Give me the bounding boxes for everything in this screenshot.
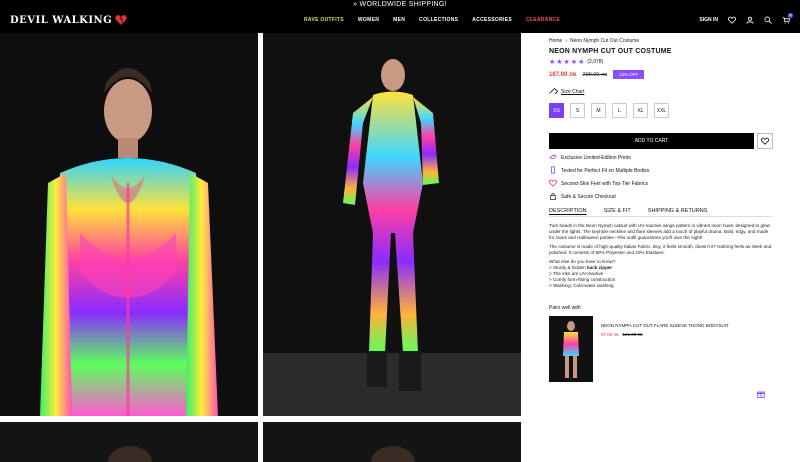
size-option-xxl[interactable]: XXL xyxy=(654,103,669,118)
paired-original-price: 121.00 лв xyxy=(622,332,643,337)
feature-item: Tested for Perfect Fit on Multiple Bodie… xyxy=(549,166,773,176)
paired-current-price: 97.00 лв xyxy=(601,332,619,337)
breadcrumb-home[interactable]: Home xyxy=(549,38,562,44)
feature-text: Exclusive Limited-Edition Prints xyxy=(561,155,631,161)
nav-women[interactable]: WOMEN xyxy=(358,17,379,23)
size-option-m[interactable]: M xyxy=(591,103,606,118)
paired-product-image[interactable] xyxy=(549,316,593,382)
heart-outline-icon xyxy=(760,132,770,150)
nav-collections[interactable]: COLLECTIONS xyxy=(419,17,458,23)
lock-icon xyxy=(549,192,557,202)
sign-in-link[interactable]: SIGN IN xyxy=(699,17,718,23)
product-image-4[interactable] xyxy=(263,422,521,462)
bullet-bold-text: back zipper xyxy=(586,265,613,270)
paired-product-info: NEON NYMPH CUT OUT FLARE SLEEVE THONG BO… xyxy=(601,316,729,382)
add-to-cart-button[interactable]: ADD TO CART xyxy=(549,133,754,149)
product-image-front-closeup[interactable] xyxy=(0,33,258,416)
feature-list: Exclusive Limited-Edition Prints Tested … xyxy=(548,153,773,202)
pairs-well-with-section: Pairs well with NEON NYMPH CUT OUT FLARE… xyxy=(549,305,773,382)
product-image-full-body[interactable] xyxy=(263,33,521,416)
cart-count-badge: 0 xyxy=(788,13,793,18)
breadcrumb-current: Neon Nymph Cut Out Costume xyxy=(570,38,640,44)
add-to-wishlist-button[interactable] xyxy=(757,133,773,149)
paired-product-name[interactable]: NEON NYMPH CUT OUT FLARE SLEEVE THONG BO… xyxy=(601,323,729,328)
description-paragraph: Turn heads in the Neon Nymph catsuit wit… xyxy=(549,223,770,240)
wishlist-icon[interactable] xyxy=(728,16,736,24)
original-price: 209.00 лв xyxy=(582,71,608,78)
ruler-icon xyxy=(549,87,559,97)
account-icon[interactable] xyxy=(746,16,754,24)
ruler-icon xyxy=(549,166,557,176)
size-option-s[interactable]: S xyxy=(570,103,585,118)
current-price: 167.00 лв xyxy=(549,71,577,78)
paired-product-card[interactable]: NEON NYMPH CUT OUT FLARE SLEEVE THONG BO… xyxy=(549,316,773,382)
star-badge-icon xyxy=(549,153,557,163)
product-gallery xyxy=(0,33,521,462)
search-icon[interactable] xyxy=(764,16,772,24)
description-content: Turn heads in the Neon Nymph catsuit wit… xyxy=(549,223,773,289)
logo-text: DEVIL WALKING xyxy=(10,14,113,26)
price-row: 167.00 лв 209.00 лв 15% OFF xyxy=(549,70,773,79)
description-bullet: > Washing: Cold-water washing xyxy=(549,283,614,288)
nav-men[interactable]: MEN xyxy=(393,17,405,23)
tab-shipping-returns[interactable]: SHIPPING & RETURNS xyxy=(648,208,708,214)
breadcrumb-separator: › xyxy=(565,38,568,44)
nav-clearance[interactable]: CLEARANCE xyxy=(526,17,560,23)
header-actions: SIGN IN 0 xyxy=(699,13,793,24)
nav-rave-outfits[interactable]: RAVE OUTFITS xyxy=(304,17,344,23)
tab-description[interactable]: DESCRIPTION xyxy=(549,208,587,214)
size-option-xs[interactable]: XS xyxy=(549,103,564,118)
announcement-bar: » WORLDWIDE SHIPPING! xyxy=(0,0,800,9)
description-paragraph: The costume is made of high-quality Ital… xyxy=(549,244,772,255)
broken-heart-icon xyxy=(115,14,127,26)
size-option-l[interactable]: L xyxy=(612,103,627,118)
discount-badge: 15% OFF xyxy=(613,70,645,79)
feature-text: Second-Skin Feel with Top-Tier Fabrics xyxy=(561,181,648,187)
feature-text: Safe & Secure Checkout xyxy=(561,194,616,200)
cart-icon[interactable]: 0 xyxy=(782,13,793,24)
gift-icon[interactable] xyxy=(757,385,765,398)
feature-text: Tested for Perfect Fit on Multiple Bodie… xyxy=(561,168,650,174)
product-tabs: DESCRIPTION SIZE & FIT SHIPPING & RETURN… xyxy=(549,208,773,217)
size-selector: XS S M L XL XXL xyxy=(549,103,773,118)
size-chart-label: Size Chart xyxy=(561,89,585,95)
bullet-text: > Sturdy & hidden xyxy=(549,265,587,270)
pairs-heading: Pairs well with xyxy=(549,305,581,311)
tab-size-fit[interactable]: SIZE & FIT xyxy=(604,208,631,214)
top-navigation: DEVIL WALKING RAVE OUTFITS WOMEN MEN COL… xyxy=(0,9,800,33)
feature-item: Safe & Secure Checkout xyxy=(549,192,773,202)
breadcrumb: Home › Neon Nymph Cut Out Costume xyxy=(549,38,773,44)
product-image-3[interactable] xyxy=(0,422,258,462)
add-to-cart-row: ADD TO CART xyxy=(549,133,773,149)
paired-product-price: 97.00 лв 121.00 лв xyxy=(601,332,729,337)
feature-item: Exclusive Limited-Edition Prints xyxy=(549,153,773,163)
main-menu: RAVE OUTFITS WOMEN MEN COLLECTIONS ACCES… xyxy=(304,17,560,23)
size-option-xl[interactable]: XL xyxy=(633,103,648,118)
product-info-panel: Home › Neon Nymph Cut Out Costume NEON N… xyxy=(548,38,773,382)
rating-stars: ★★★★★ xyxy=(549,59,586,66)
product-rating[interactable]: ★★★★★ (2,078) xyxy=(549,58,773,66)
feature-item: Second-Skin Feel with Top-Tier Fabrics xyxy=(548,179,773,189)
nav-accessories[interactable]: ACCESSORIES xyxy=(472,17,512,23)
product-title: NEON NYMPH CUT OUT COSTUME xyxy=(549,48,672,55)
brand-logo[interactable]: DEVIL WALKING xyxy=(10,14,127,26)
review-count: (2,078) xyxy=(587,59,604,65)
size-chart-link[interactable]: Size Chart xyxy=(549,87,773,97)
heart-outline-icon xyxy=(548,179,558,189)
